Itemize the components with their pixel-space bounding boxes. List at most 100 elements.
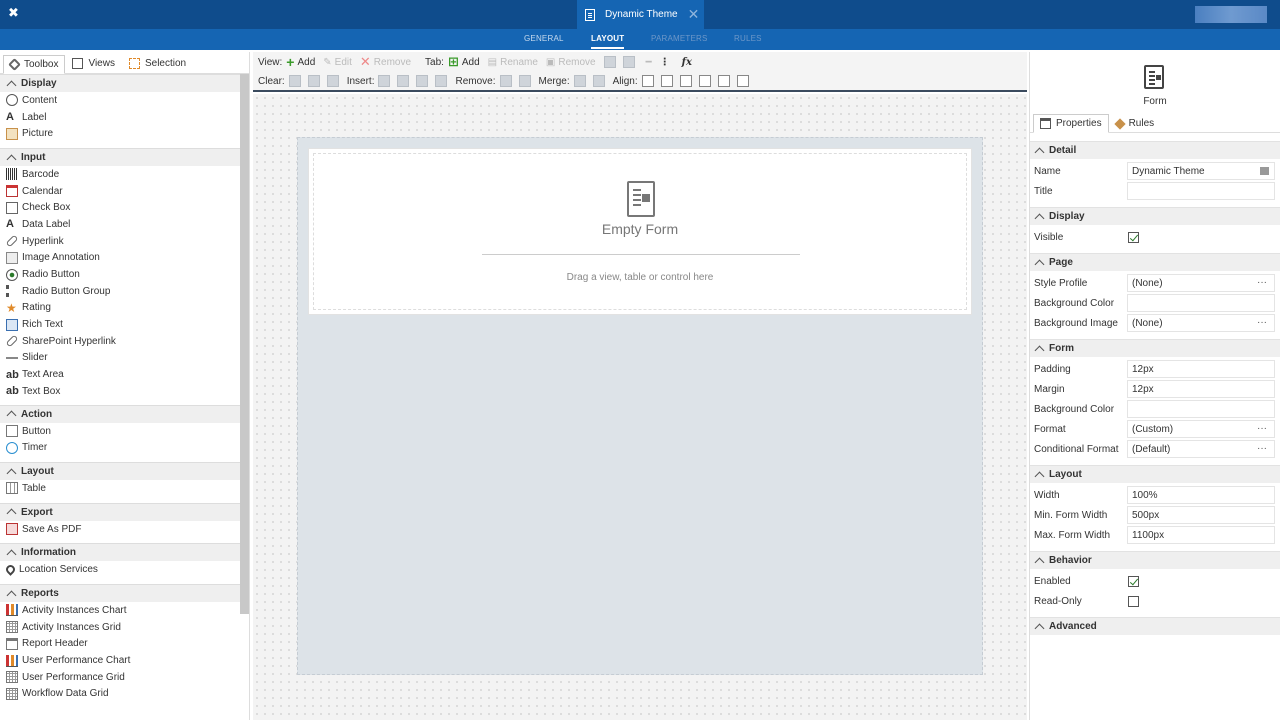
toolbox-group-display[interactable]: Display <box>0 74 240 92</box>
background-image-field[interactable]: (None) ··· <box>1127 314 1275 332</box>
toolbox-item-button[interactable]: Button <box>0 423 240 440</box>
toolbox-group-export[interactable]: Export <box>0 502 240 521</box>
toolbox-item-picture[interactable]: Picture <box>0 125 240 142</box>
prop-section-advanced[interactable]: Advanced <box>1030 617 1280 635</box>
edit-view-button[interactable]: ✎ Edit <box>323 57 352 68</box>
toolbox-item-image-annotation[interactable]: Image Annotation <box>0 250 240 267</box>
margin-field[interactable]: 12px <box>1127 380 1275 398</box>
insert-col-right-icon[interactable] <box>397 75 410 87</box>
prop-section-page[interactable]: Page <box>1030 253 1280 271</box>
remove-col-icon[interactable] <box>499 75 512 87</box>
background-color-field[interactable] <box>1127 400 1275 418</box>
ellipsis-icon[interactable]: ··· <box>1257 317 1267 328</box>
toolbox-item-slider[interactable]: Slider <box>0 350 240 367</box>
close-icon[interactable]: ✕ <box>688 6 700 23</box>
user-avatar[interactable] <box>1195 6 1267 23</box>
align-middle-icon[interactable] <box>717 75 730 87</box>
add-tab-button[interactable]: ⊞ Add <box>448 54 480 70</box>
toolbox-group-reports[interactable]: Reports <box>0 584 240 603</box>
app-logo-icon[interactable]: ✖ <box>8 6 20 19</box>
toolbox-item-table[interactable]: Table <box>0 480 240 497</box>
toolbox-item-barcode[interactable]: Barcode <box>0 166 240 183</box>
remove-row-icon[interactable] <box>518 75 531 87</box>
toolbox-group-action[interactable]: Action <box>0 404 240 423</box>
empty-form-dropzone[interactable]: Empty Form Drag a view, table or control… <box>308 148 972 315</box>
tab-toolbox[interactable]: Toolbox <box>3 55 66 74</box>
toolbox-item-text-area[interactable]: ab Text Area <box>0 366 240 383</box>
padding-field[interactable]: 12px <box>1127 360 1275 378</box>
toolbox-item-rating[interactable]: ★ Rating <box>0 300 240 317</box>
toolbox-item-save-as-pdf[interactable]: Save As PDF <box>0 521 240 538</box>
toolbox-item-activity-instances-grid[interactable]: Activity Instances Grid <box>0 619 240 636</box>
tab-parameters[interactable]: PARAMETERS <box>651 34 708 43</box>
prop-section-display[interactable]: Display <box>1030 207 1280 225</box>
toolbox-group-input[interactable]: Input <box>0 148 240 167</box>
remove-tab-button[interactable]: ▣ Remove <box>546 57 596 68</box>
align-right-icon[interactable] <box>679 75 692 87</box>
ellipsis-icon[interactable]: ··· <box>1257 443 1267 454</box>
tab-layout[interactable]: LAYOUT <box>591 34 625 49</box>
background-color-field[interactable] <box>1127 294 1275 312</box>
toolbox-item-radio-button-group[interactable]: Radio Button Group <box>0 283 240 300</box>
more-icon[interactable]: ⋮ <box>660 57 670 68</box>
align-left-icon[interactable] <box>641 75 654 87</box>
toolbox-item-activity-instances-chart[interactable]: Activity Instances Chart <box>0 602 240 619</box>
move-right-icon[interactable] <box>622 56 635 68</box>
conditional-format-field[interactable]: (Default) ··· <box>1127 440 1275 458</box>
clear-cell-icon[interactable] <box>288 75 301 87</box>
toolbox-item-sharepoint-hyperlink[interactable]: SharePoint Hyperlink <box>0 333 240 350</box>
insert-row-above-icon[interactable] <box>416 75 429 87</box>
split-cells-icon[interactable] <box>592 75 605 87</box>
toolbox-scrollbar[interactable] <box>240 74 249 614</box>
move-left-icon[interactable] <box>603 56 616 68</box>
prop-section-form[interactable]: Form <box>1030 339 1280 357</box>
align-bottom-icon[interactable] <box>736 75 749 87</box>
title-field[interactable] <box>1127 182 1275 200</box>
field-menu-icon[interactable] <box>1260 167 1269 175</box>
toolbox-item-timer[interactable]: Timer <box>0 439 240 456</box>
merge-cells-icon[interactable] <box>573 75 586 87</box>
toolbox-item-text-box[interactable]: ab Text Box <box>0 383 240 400</box>
format-field[interactable]: (Custom) ··· <box>1127 420 1275 438</box>
remove-view-button[interactable]: ✕ Remove <box>360 54 411 70</box>
document-tab[interactable]: Dynamic Theme ✕ <box>577 0 704 29</box>
toolbox-group-information[interactable]: Information <box>0 543 240 562</box>
toolbox-item-check-box[interactable]: Check Box <box>0 199 240 216</box>
toolbox-item-label[interactable]: A Label <box>0 109 240 126</box>
prop-section-detail[interactable]: Detail <box>1030 141 1280 159</box>
toolbox-item-content[interactable]: Content <box>0 92 240 109</box>
tab-views[interactable]: Views <box>65 54 122 73</box>
toolbox-item-workflow-data-grid[interactable]: Workflow Data Grid <box>0 686 240 703</box>
toolbox-group-layout[interactable]: Layout <box>0 462 240 481</box>
ellipsis-icon[interactable]: ··· <box>1257 423 1267 434</box>
toolbox-item-radio-button[interactable]: Radio Button <box>0 266 240 283</box>
prop-section-layout[interactable]: Layout <box>1030 465 1280 483</box>
toolbox-item-data-label[interactable]: A Data Label <box>0 216 240 233</box>
style-profile-field[interactable]: (None) ··· <box>1127 274 1275 292</box>
name-field[interactable]: Dynamic Theme <box>1127 162 1275 180</box>
max-form-width-field[interactable]: 1100px <box>1127 526 1275 544</box>
tab-general[interactable]: GENERAL <box>524 34 564 43</box>
insert-row-below-icon[interactable] <box>435 75 448 87</box>
insert-col-left-icon[interactable] <box>378 75 391 87</box>
tab-rules[interactable]: RULES <box>734 34 762 43</box>
visible-checkbox[interactable] <box>1128 231 1139 243</box>
clear-table-icon[interactable] <box>326 75 339 87</box>
toolbox-item-user-performance-grid[interactable]: User Performance Grid <box>0 669 240 686</box>
add-view-button[interactable]: + Add <box>286 54 315 70</box>
toolbox-item-hyperlink[interactable]: Hyperlink <box>0 233 240 250</box>
ellipsis-icon[interactable]: ··· <box>1257 277 1267 288</box>
width-field[interactable]: 100% <box>1127 486 1275 504</box>
toolbox-item-user-performance-chart[interactable]: User Performance Chart <box>0 652 240 669</box>
prop-section-behavior[interactable]: Behavior <box>1030 551 1280 569</box>
toolbox-item-location-services[interactable]: Location Services <box>0 561 240 578</box>
enabled-checkbox[interactable] <box>1128 575 1139 587</box>
toolbox-item-rich-text[interactable]: Rich Text <box>0 316 240 333</box>
fx-icon[interactable]: fx <box>682 57 692 68</box>
tab-rules[interactable]: Rules <box>1109 114 1162 133</box>
min-form-width-field[interactable]: 500px <box>1127 506 1275 524</box>
toolbox-item-report-header[interactable]: Report Header <box>0 636 240 653</box>
align-center-icon[interactable] <box>660 75 673 87</box>
read-only-checkbox[interactable] <box>1128 595 1139 607</box>
toolbox-item-calendar[interactable]: Calendar <box>0 183 240 200</box>
